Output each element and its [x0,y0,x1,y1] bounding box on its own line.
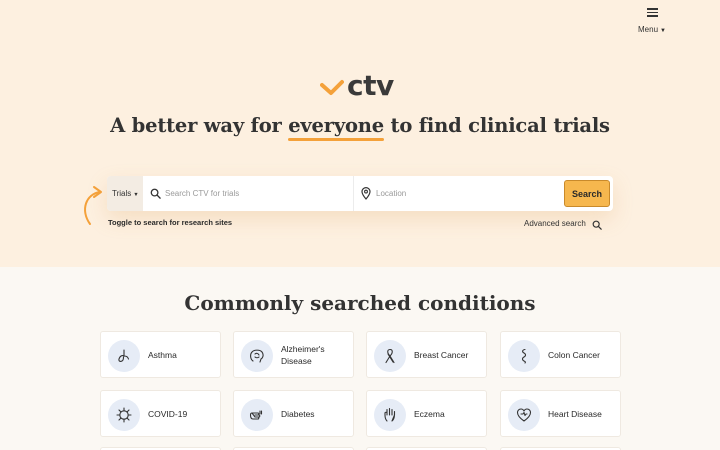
advanced-search-link[interactable]: Advanced search [524,219,586,228]
condition-label: Alzheimer's Disease [281,343,325,366]
search-mode-label: Trials [112,189,132,198]
condition-label: Diabetes [281,408,315,419]
search-button[interactable]: Search [564,180,610,207]
condition-card-breast-cancer[interactable]: Breast Cancer [366,331,487,378]
heart-icon [516,408,532,422]
condition-card-colon-cancer[interactable]: Colon Cancer [500,331,621,378]
caret-down-icon: ▼ [660,28,666,35]
colon-icon [521,348,527,364]
condition-card-eczema[interactable]: Eczema [366,390,487,437]
page-headline: A better way for everyone to find clinic… [0,114,720,141]
search-divider [353,176,354,211]
glucose-meter-icon [249,410,263,420]
virus-icon [116,407,132,423]
logo[interactable]: ctv [320,69,402,102]
headline-start: A better way for [110,114,289,137]
condition-card-diabetes[interactable]: Diabetes [233,390,354,437]
condition-label: Eczema [414,408,445,419]
condition-label: Breast Cancer [414,349,469,360]
search-icon [150,188,161,199]
brain-icon [250,349,264,363]
condition-label: Heart Disease [548,408,602,419]
headline-highlight-text: everyone [288,114,384,137]
condition-card-covid[interactable]: COVID-19 [100,390,221,437]
condition-label: COVID-19 [148,408,188,419]
logo-check-icon [320,80,344,95]
icon-badge [374,399,406,431]
logo-text: ctv [347,69,394,102]
icon-badge [374,340,406,372]
location-pin-icon [361,187,371,200]
condition-card-asthma[interactable]: Asthma [100,331,221,378]
condition-label: Asthma [148,349,177,360]
toggle-hint: Toggle to search for research sites [108,218,233,227]
headline-end: to find clinical trials [383,114,611,137]
condition-card-alzheimers[interactable]: Alzheimer's Disease [233,331,354,378]
icon-badge [508,399,540,431]
search-mode-toggle[interactable]: Trials ▼ [107,176,143,211]
condition-label: Colon Cancer [548,349,600,360]
location-input[interactable] [376,184,556,203]
curved-arrow-icon [84,186,102,225]
icon-badge [241,340,273,372]
hamburger-icon [646,8,658,17]
hand-icon [384,407,396,422]
lungs-icon [118,349,130,362]
ribbon-icon [385,348,395,364]
icon-badge [108,399,140,431]
icon-badge [108,340,140,372]
search-bar: Trials ▼ Search [107,176,613,211]
search-icon[interactable] [592,220,602,230]
caret-down-icon: ▼ [133,192,139,198]
menu-label: Menu [638,25,659,35]
section-title: Commonly searched conditions [184,291,536,315]
highlight-underline [288,138,384,141]
search-input[interactable] [165,184,350,203]
icon-badge [508,340,540,372]
condition-card-heart-disease[interactable]: Heart Disease [500,390,621,437]
icon-badge [241,399,273,431]
menu-button[interactable]: Menu ▼ [632,8,672,34]
headline-highlight: everyone [288,114,384,141]
